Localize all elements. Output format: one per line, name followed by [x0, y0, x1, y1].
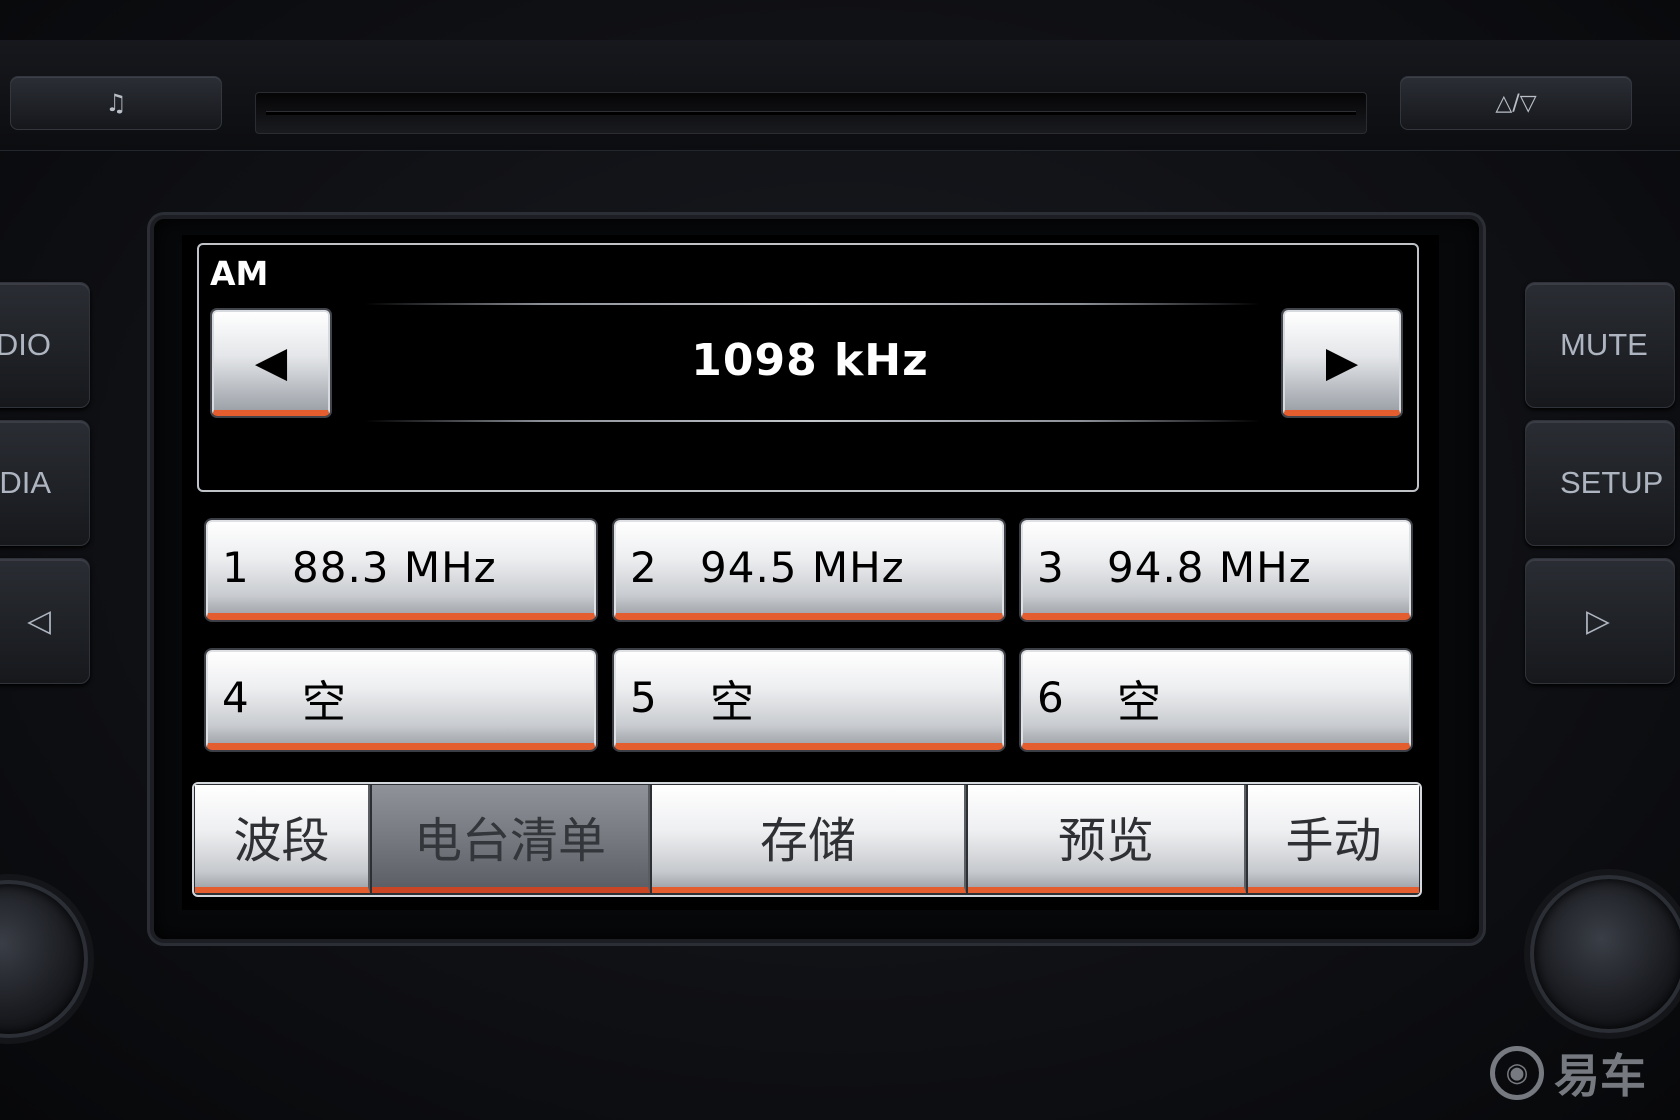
next-track-hardware-button[interactable]: ▷ [1525, 558, 1675, 684]
preset-number: 5 [630, 673, 657, 722]
tab-preview[interactable]: 预览 [968, 785, 1246, 893]
frequency-divider-top [365, 303, 1260, 305]
tab-label: 波段 [233, 813, 330, 869]
eject-icon: △/▽ [1495, 90, 1537, 116]
seek-up-button[interactable]: ▶ [1283, 310, 1401, 416]
preset-button-1[interactable]: 1 88.3 MHz [206, 520, 596, 620]
preset-number: 4 [222, 673, 249, 722]
mute-hardware-button[interactable]: MUTE [1525, 282, 1675, 408]
tab-station-list[interactable]: 电台清单 [372, 785, 650, 893]
mute-button-label: MUTE [1560, 327, 1648, 362]
tab-label: 存储 [759, 813, 856, 869]
preset-button-2[interactable]: 2 94.5 MHz [614, 520, 1004, 620]
prev-track-hardware-button[interactable]: ◁ [0, 558, 90, 684]
media-button-label: DIA [0, 465, 51, 500]
tab-manual[interactable]: 手动 [1248, 785, 1419, 893]
tab-band[interactable]: 波段 [195, 785, 370, 893]
tab-label: 手动 [1285, 813, 1382, 869]
tab-label: 预览 [1057, 813, 1154, 869]
watermark-text: 易车 [1554, 1049, 1646, 1103]
preset-frequency: 94.8 MHz [1107, 543, 1312, 592]
setup-button-label: SETUP [1560, 465, 1664, 500]
radio-hardware-button[interactable]: DIO [0, 282, 90, 408]
left-arrow-icon: ◀ [254, 336, 288, 386]
preset-number: 6 [1037, 673, 1064, 722]
next-track-icon: ▷ [1586, 603, 1610, 638]
tune-knob[interactable] [1530, 875, 1680, 1033]
preset-button-3[interactable]: 3 94.8 MHz [1021, 520, 1411, 620]
watermark-logo-icon: ◉ [1490, 1046, 1544, 1100]
preset-button-6[interactable]: 6 空 [1021, 650, 1411, 750]
preset-number: 3 [1037, 543, 1064, 592]
right-arrow-icon: ▶ [1325, 336, 1359, 386]
frequency-divider-bottom [365, 420, 1260, 422]
media-hardware-button[interactable]: DIA [0, 420, 90, 546]
prev-track-icon: ◁ [27, 603, 51, 638]
setup-hardware-button[interactable]: SETUP [1525, 420, 1675, 546]
eject-button[interactable]: △/▽ [1400, 76, 1632, 130]
cd-slot [255, 92, 1367, 134]
preset-frequency: 空 [302, 676, 347, 728]
music-note-icon: ♫ [105, 89, 127, 117]
music-hardware-button[interactable]: ♫ [10, 76, 222, 130]
tab-label: 电台清单 [413, 813, 606, 869]
band-label: AM [210, 254, 269, 293]
radio-button-label: DIO [0, 327, 51, 362]
preset-frequency: 空 [710, 676, 755, 728]
preset-number: 1 [222, 543, 249, 592]
preset-number: 2 [630, 543, 657, 592]
preset-frequency: 94.5 MHz [700, 543, 905, 592]
preset-frequency: 空 [1117, 676, 1162, 728]
preset-button-5[interactable]: 5 空 [614, 650, 1004, 750]
preset-frequency: 88.3 MHz [292, 543, 497, 592]
current-frequency: 1098 kHz [691, 335, 929, 386]
seek-down-button[interactable]: ◀ [212, 310, 330, 416]
tab-store[interactable]: 存储 [652, 785, 966, 893]
watermark: ◉ 易车 [1490, 1040, 1646, 1106]
preset-button-4[interactable]: 4 空 [206, 650, 596, 750]
